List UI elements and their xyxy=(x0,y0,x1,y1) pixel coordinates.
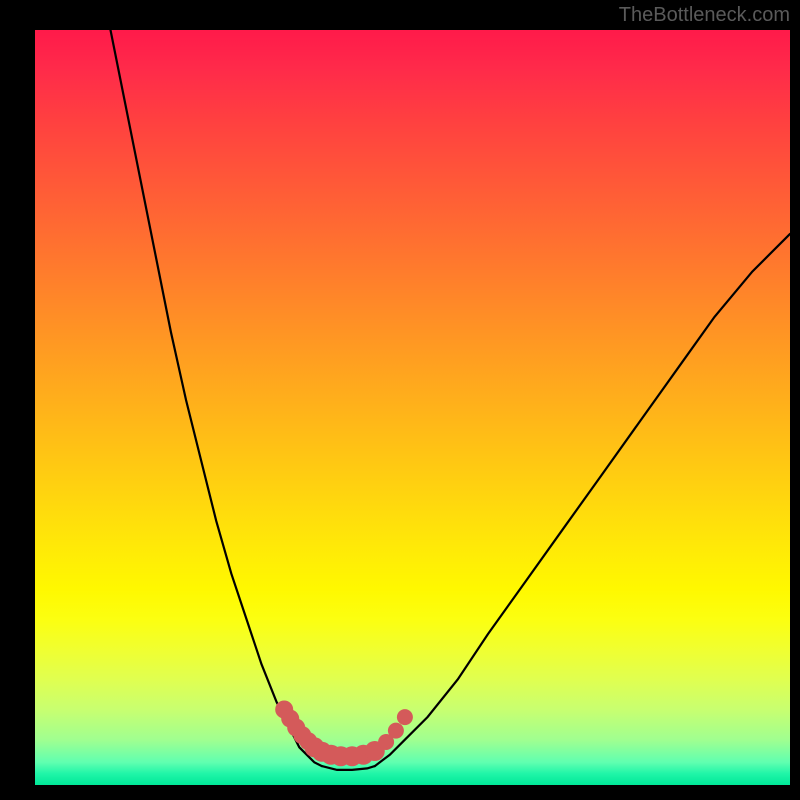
curve-group xyxy=(111,30,791,770)
marker-group xyxy=(275,701,413,767)
series-flat-bottom xyxy=(322,766,375,770)
marker-dot xyxy=(388,723,404,739)
series-right-curve xyxy=(375,234,790,766)
chart-area xyxy=(35,30,790,785)
series-left-curve xyxy=(111,30,322,766)
watermark-text: TheBottleneck.com xyxy=(619,4,790,27)
marker-dot xyxy=(397,709,413,725)
chart-svg xyxy=(35,30,790,785)
